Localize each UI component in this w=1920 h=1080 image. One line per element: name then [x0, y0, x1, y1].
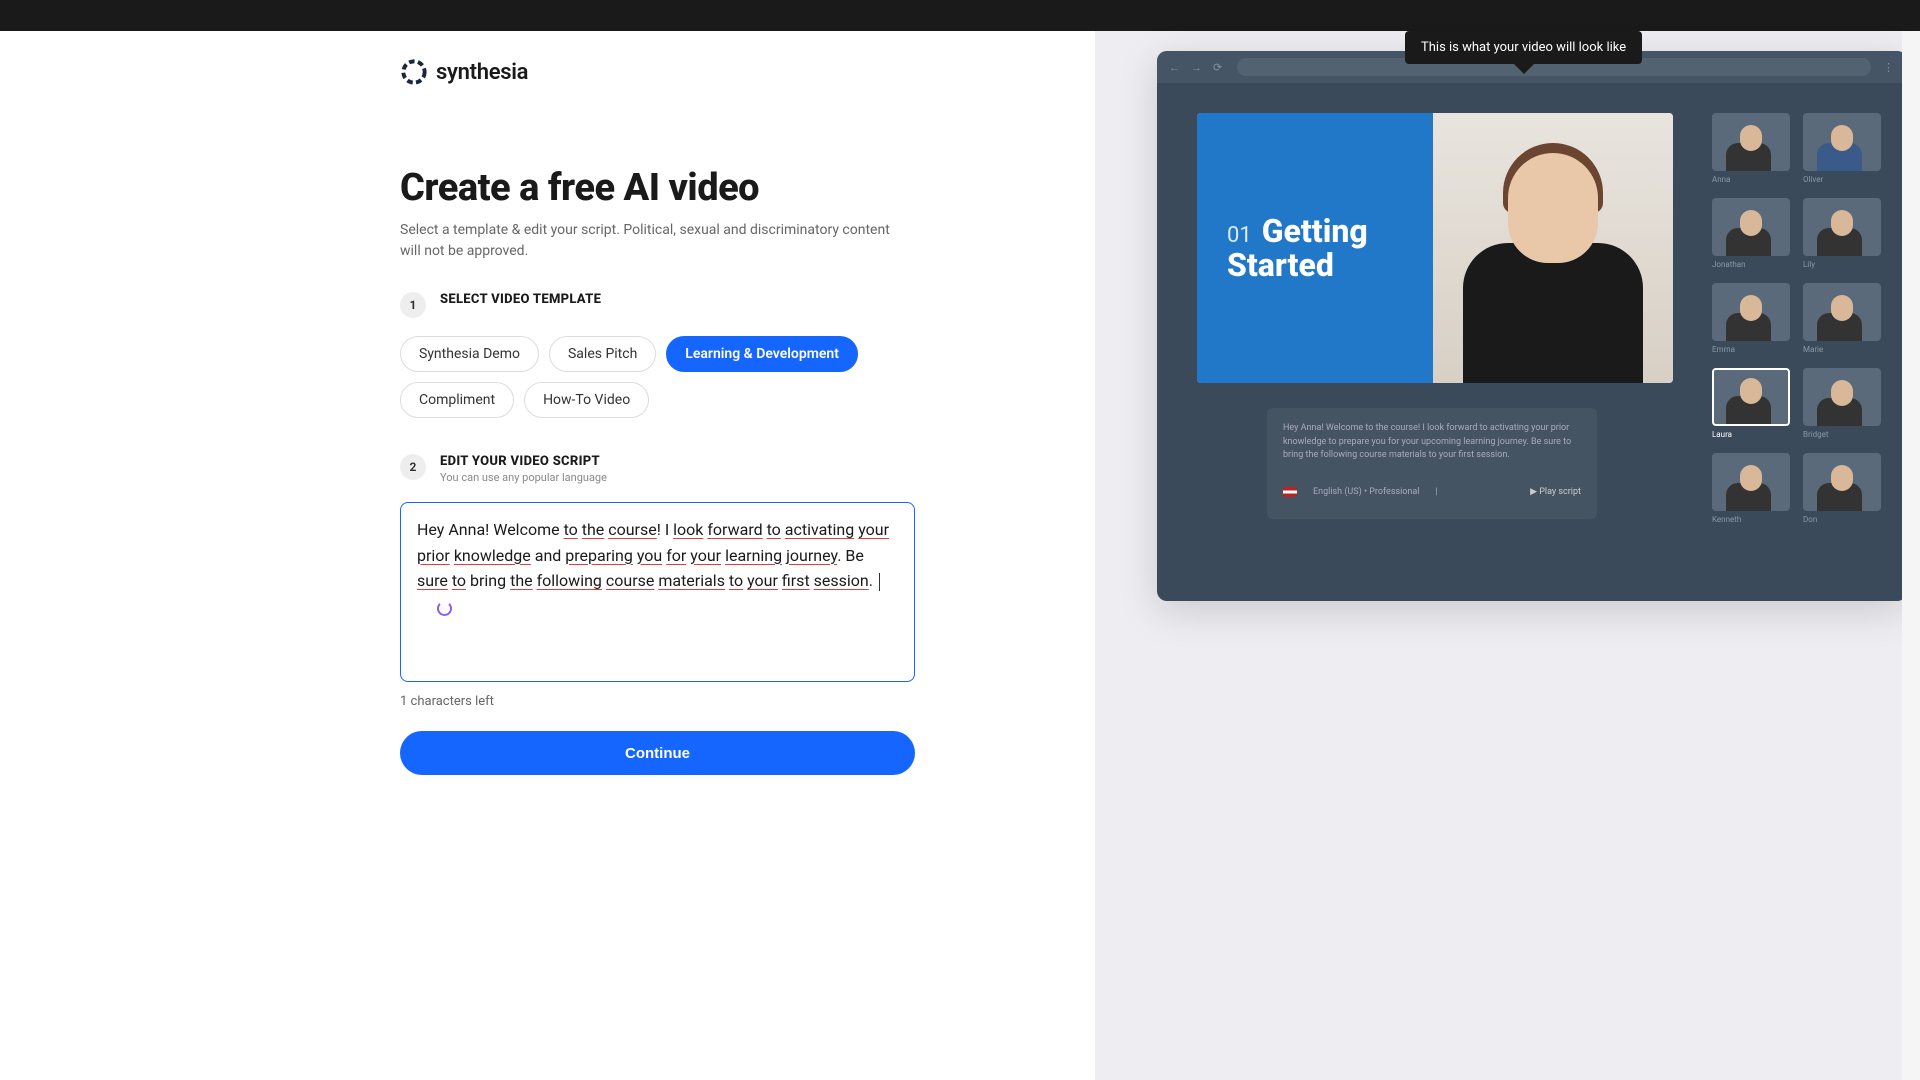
continue-button[interactable]: Continue — [400, 731, 915, 775]
loading-spinner-icon — [437, 601, 452, 616]
characters-remaining: 1 characters left — [400, 694, 1095, 709]
slide-title-line1: Getting — [1262, 212, 1368, 250]
preview-script-text: Hey Anna! Welcome to the course! I look … — [1283, 422, 1581, 463]
preview-avatar-figure — [1463, 143, 1643, 383]
script-textarea[interactable]: Hey Anna! Welcome to the course! I look … — [400, 502, 915, 682]
browser-topbar — [0, 0, 1920, 31]
template-pill-learning-development[interactable]: Learning & Development — [666, 336, 858, 372]
step-1-heading: SELECT VIDEO TEMPLATE — [440, 292, 601, 307]
step-1-number: 1 — [400, 292, 426, 318]
avatar-option-emma[interactable] — [1712, 283, 1790, 341]
text-cursor — [879, 573, 880, 591]
language-flag-icon — [1283, 487, 1297, 497]
synthesia-logo-icon — [400, 58, 428, 86]
divider: | — [1435, 487, 1437, 497]
preview-script-panel: Hey Anna! Welcome to the course! I look … — [1267, 408, 1597, 519]
play-script-button[interactable]: ▶ Play script — [1530, 487, 1581, 497]
step-2-number: 2 — [400, 454, 426, 480]
nav-reload-icon: ⟳ — [1213, 61, 1225, 73]
video-preview-thumb: 01 Getting Started — [1197, 113, 1673, 383]
template-pill-how-to-video[interactable]: How-To Video — [524, 382, 649, 418]
slide-title-line2: Started — [1227, 246, 1433, 284]
avatar-option-marie[interactable] — [1803, 283, 1881, 341]
avatar-option-laura[interactable] — [1712, 368, 1790, 426]
nav-back-icon: ← — [1169, 61, 1181, 73]
brand-name: synthesia — [436, 60, 528, 85]
avatar-grid: Anna Oliver Jonathan Lily Emma Marie Lau… — [1712, 113, 1882, 524]
page-subtitle: Select a template & edit your script. Po… — [400, 220, 900, 262]
template-pill-synthesia-demo[interactable]: Synthesia Demo — [400, 336, 539, 372]
step-2-heading: EDIT YOUR VIDEO SCRIPT — [440, 454, 607, 469]
template-pills: Synthesia Demo Sales Pitch Learning & De… — [400, 336, 920, 418]
avatar-option-oliver[interactable] — [1803, 113, 1881, 171]
nav-forward-icon: → — [1191, 61, 1203, 73]
right-panel: This is what your video will look like ←… — [1095, 31, 1920, 1080]
slide-number: 01 — [1227, 223, 1252, 248]
avatar-option-bridget[interactable] — [1803, 368, 1881, 426]
avatar-option-don[interactable] — [1803, 453, 1881, 511]
avatar-option-jonathan[interactable] — [1712, 198, 1790, 256]
template-pill-compliment[interactable]: Compliment — [400, 382, 514, 418]
language-label[interactable]: English (US) • Professional — [1313, 487, 1419, 497]
step-2-header: 2 EDIT YOUR VIDEO SCRIPT You can use any… — [400, 454, 1095, 484]
page-scrollbar[interactable] — [1902, 31, 1920, 1080]
avatar-option-lily[interactable] — [1803, 198, 1881, 256]
preview-window: ← → ⟳ ⋮ 01 Getting Started — [1157, 51, 1907, 601]
left-panel: synthesia Create a free AI video Select … — [0, 31, 1095, 1080]
brand-logo: synthesia — [400, 58, 1095, 86]
avatar-option-kenneth[interactable] — [1712, 453, 1790, 511]
step-2-subheading: You can use any popular language — [440, 471, 607, 484]
page-title: Create a free AI video — [400, 166, 1095, 210]
preview-tooltip: This is what your video will look like — [1405, 31, 1642, 64]
nav-menu-icon: ⋮ — [1883, 61, 1895, 73]
step-1-header: 1 SELECT VIDEO TEMPLATE — [400, 292, 1095, 318]
avatar-option-anna[interactable] — [1712, 113, 1790, 171]
template-pill-sales-pitch[interactable]: Sales Pitch — [549, 336, 656, 372]
